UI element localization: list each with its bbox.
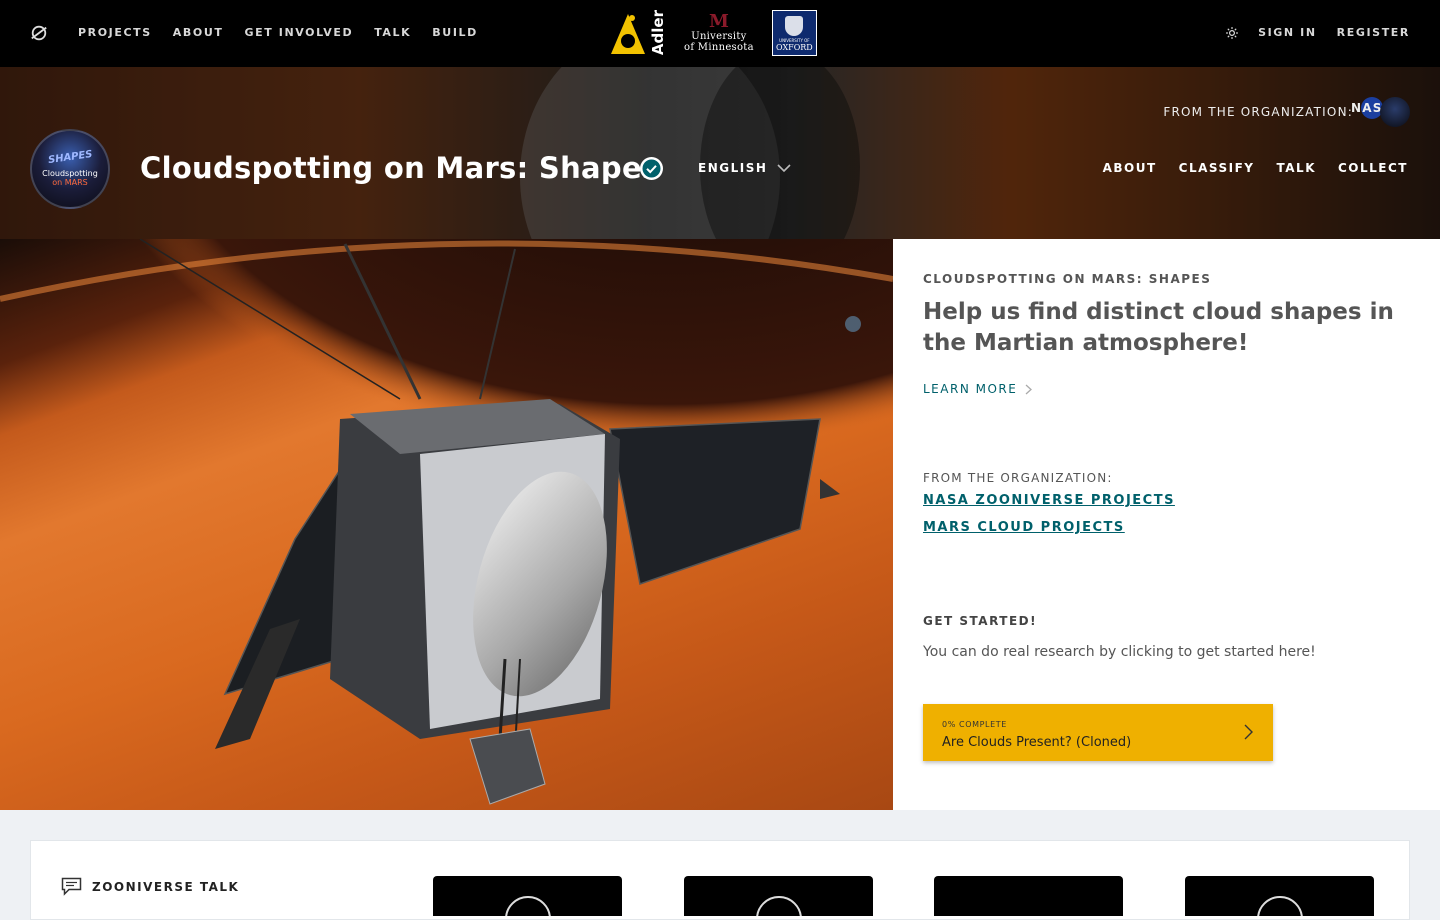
- oxford-text: OXFORD: [776, 43, 813, 52]
- get-started-title: GET STARTED!: [923, 614, 1038, 628]
- nav-build[interactable]: BUILD: [432, 26, 478, 39]
- adler-icon: [611, 14, 645, 54]
- sign-in-link[interactable]: SIGN IN: [1258, 26, 1317, 39]
- project-avatar[interactable]: SHAPES Cloudspotting on MARS: [30, 129, 110, 209]
- organization-avatar[interactable]: NASA: [1351, 97, 1410, 127]
- nav-about[interactable]: ABOUT: [173, 26, 224, 39]
- oxford-crest-icon: [785, 16, 804, 36]
- project-nav-collect[interactable]: COLLECT: [1338, 161, 1408, 175]
- project-description: Help us find distinct cloud shapes in th…: [923, 299, 1394, 356]
- mars-org-logo-icon: [1380, 97, 1410, 127]
- umn-m-icon: M: [708, 11, 729, 32]
- avatar-line1: Cloudspotting: [42, 168, 98, 178]
- talk-heading: ZOONIVERSE TALK: [61, 877, 239, 896]
- project-kicker: CLOUDSPOTTING ON MARS: SHAPES: [923, 272, 1212, 286]
- language-selector[interactable]: ENGLISH: [698, 161, 791, 175]
- university-of-oxford-logo[interactable]: UNIVERSITY OF OXFORD: [771, 10, 817, 56]
- subject-image-circle: [756, 896, 802, 916]
- language-label: ENGLISH: [698, 161, 768, 175]
- zooniverse-logo-icon[interactable]: [30, 24, 48, 42]
- umn-line1: University: [691, 31, 747, 42]
- talk-subject-thumbnail[interactable]: [684, 876, 873, 916]
- get-started-text: You can do real research by clicking to …: [923, 644, 1316, 660]
- learn-more-link[interactable]: LEARN MORE: [923, 382, 1033, 396]
- talk-subject-thumbnail[interactable]: [1185, 876, 1374, 916]
- top-navigation: PROJECTS ABOUT GET INVOLVED TALK BUILD A…: [0, 0, 1440, 67]
- main-nav-links: PROJECTS ABOUT GET INVOLVED TALK BUILD: [78, 26, 478, 39]
- nasa-zooniverse-projects-link[interactable]: NASA ZOONIVERSE PROJECTS: [923, 493, 1175, 508]
- nav-projects[interactable]: PROJECTS: [78, 26, 152, 39]
- project-intro-panel: CLOUDSPOTTING ON MARS: SHAPES Help us fi…: [893, 239, 1440, 810]
- talk-title: ZOONIVERSE TALK: [92, 879, 240, 894]
- zooniverse-talk-section: ZOONIVERSE TALK: [30, 840, 1410, 920]
- workflow-progress-label: 0% COMPLETE: [942, 720, 1007, 729]
- spacecraft-over-mars-illustration: [0, 239, 893, 810]
- project-nav-talk[interactable]: TALK: [1277, 161, 1317, 175]
- chevron-right-icon: [1244, 724, 1253, 740]
- chevron-down-icon: [777, 163, 791, 172]
- nav-get-involved[interactable]: GET INVOLVED: [244, 26, 353, 39]
- project-title[interactable]: Cloudspotting on Mars: Shapes: [140, 151, 660, 185]
- project-nav-about[interactable]: ABOUT: [1103, 161, 1157, 175]
- chat-bubble-icon: [61, 877, 82, 896]
- nav-talk[interactable]: TALK: [374, 26, 411, 39]
- project-header: SHAPES Cloudspotting on MARS Cloudspotti…: [0, 67, 1440, 239]
- organization-label: FROM THE ORGANIZATION:: [923, 471, 1113, 485]
- umn-line2: of Minnesota: [684, 42, 754, 53]
- university-of-minnesota-logo[interactable]: M University of Minnesota: [684, 11, 754, 54]
- adler-planetarium-logo[interactable]: Adler: [608, 10, 667, 56]
- verified-badge-icon: [640, 157, 663, 180]
- avatar-line2: on MARS: [52, 177, 88, 187]
- subject-image-circle: [1257, 896, 1303, 916]
- header-from-organization: FROM THE ORGANIZATION: NASA: [1163, 97, 1410, 127]
- avatar-shapes-text: SHAPES: [47, 148, 93, 166]
- workflow-button[interactable]: 0% COMPLETE Are Clouds Present? (Cloned): [923, 704, 1273, 761]
- talk-subject-thumbnail[interactable]: [433, 876, 622, 916]
- account-links: SIGN IN REGISTER: [1226, 26, 1410, 39]
- header-org-label: FROM THE ORGANIZATION:: [1163, 105, 1353, 119]
- project-nav-classify[interactable]: CLASSIFY: [1179, 161, 1255, 175]
- theme-toggle-sun-icon[interactable]: [1226, 26, 1239, 39]
- talk-subject-thumbnail[interactable]: [934, 876, 1123, 916]
- workflow-name: Are Clouds Present? (Cloned): [942, 735, 1132, 750]
- subject-image-circle: [505, 896, 551, 916]
- register-link[interactable]: REGISTER: [1337, 26, 1410, 39]
- learn-more-label: LEARN MORE: [923, 382, 1018, 396]
- project-background-image: [0, 239, 893, 810]
- chevron-right-icon: [1025, 384, 1033, 394]
- adler-wordmark: Adler: [649, 10, 667, 56]
- mars-cloud-projects-link[interactable]: MARS CLOUD PROJECTS: [923, 520, 1125, 535]
- project-nav: ABOUT CLASSIFY TALK COLLECT: [1103, 161, 1408, 175]
- partner-logos: Adler M University of Minnesota UNIVERSI…: [608, 10, 817, 56]
